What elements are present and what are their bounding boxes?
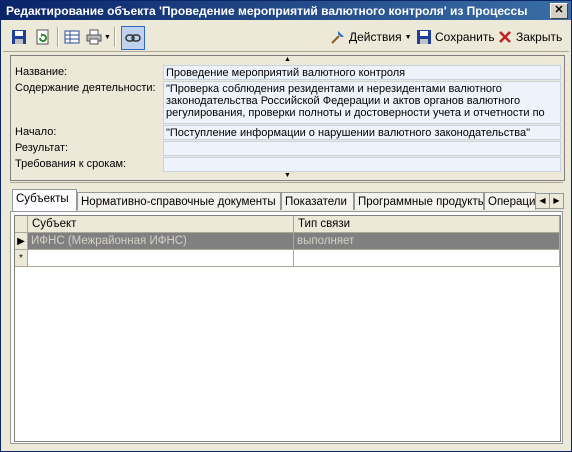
close-label: Закрыть [516, 30, 563, 44]
field-content: Содержание деятельности: "Проверка соблю… [13, 81, 562, 124]
field-label: Результат: [15, 142, 69, 154]
field-label: Название: [15, 66, 68, 78]
close-icon [497, 29, 513, 45]
close-button[interactable]: Закрыть [497, 26, 562, 48]
tab-indicators[interactable]: Показатели [281, 192, 354, 210]
floppy-icon [11, 29, 27, 45]
floppy-icon [416, 29, 432, 45]
grid-corner [15, 216, 28, 233]
scroll-up-icon[interactable]: ▲ [11, 56, 564, 64]
deadline-input[interactable] [163, 157, 561, 172]
field-result: Результат: [13, 141, 562, 156]
print-button[interactable]: ▼ [86, 26, 111, 48]
row-indicator: ▶ [15, 233, 28, 250]
start-input[interactable]: "Поступление информации о нарушении валю… [163, 125, 561, 140]
column-header-subject[interactable]: Субъект [28, 216, 294, 233]
content-textarea[interactable]: "Проверка соблюдения резидентами и нерез… [163, 81, 561, 124]
field-start: Начало: "Поступление информации о наруше… [13, 125, 562, 140]
cell-subject[interactable]: ИФНС (Межрайонная ИФНС) [28, 233, 294, 250]
actions-menu-button[interactable]: Действия ▼ [330, 26, 412, 48]
table-row-new[interactable]: * [15, 250, 560, 267]
chevron-down-icon: ▼ [104, 33, 111, 41]
window-close-button[interactable]: ✕ [550, 3, 568, 19]
refresh-button[interactable] [35, 26, 51, 48]
link-icon [125, 30, 141, 46]
name-input[interactable]: Проведение мероприятий валютного контрол… [163, 65, 561, 80]
toolbar-separator [57, 27, 59, 47]
field-label: Начало: [15, 126, 57, 138]
tab-subjects[interactable]: Субъекты [12, 189, 77, 211]
row-indicator: * [15, 250, 28, 267]
chevron-down-icon: ▼ [404, 33, 412, 41]
cell-link-type[interactable]: выполняет [294, 233, 560, 250]
table-icon [64, 29, 80, 45]
properties-panel: ▲ Название: Проведение мероприятий валют… [10, 55, 565, 181]
cell-link-type[interactable] [294, 250, 560, 267]
tab-strip: Субъекты Нормативно-справочные документы… [10, 189, 564, 213]
tab-scroll-left-icon[interactable]: ◀ [535, 193, 550, 209]
tab-operations[interactable]: Операции [484, 192, 536, 210]
scroll-down-icon[interactable]: ▼ [11, 172, 564, 180]
column-header-link-type[interactable]: Тип связи [294, 216, 560, 233]
field-label: Содержание деятельности: [15, 82, 156, 94]
subjects-grid: Субъект Тип связи ▶ ИФНС (Межрайонная ИФ… [14, 215, 561, 442]
printer-icon [86, 29, 102, 45]
toolbar: ▼ Действия ▼ Сохранить Закрыть [3, 23, 569, 52]
tab-software[interactable]: Программные продукты [354, 192, 484, 210]
cell-subject[interactable] [28, 250, 294, 267]
field-name: Название: Проведение мероприятий валютно… [13, 65, 562, 80]
tab-panel: Субъект Тип связи ▶ ИФНС (Межрайонная ИФ… [10, 211, 563, 444]
field-deadline: Требования к срокам: [13, 157, 562, 172]
actions-icon [330, 29, 346, 45]
save-button[interactable]: Сохранить [416, 26, 495, 48]
table-row[interactable]: ▶ ИФНС (Межрайонная ИФНС) выполняет [15, 233, 560, 250]
tab-scroll-right-icon[interactable]: ▶ [549, 193, 564, 209]
panel-splitter[interactable] [10, 182, 563, 187]
window-title: Редактирование объекта 'Проведение мероп… [6, 4, 528, 18]
result-input[interactable] [163, 141, 561, 156]
tab-normative-docs[interactable]: Нормативно-справочные документы [77, 192, 281, 210]
refresh-doc-icon [35, 29, 51, 45]
save-icon-button[interactable] [11, 26, 27, 48]
editor-window: Редактирование объекта 'Проведение мероп… [0, 0, 572, 452]
link-toggle-button[interactable] [121, 26, 145, 50]
save-label: Сохранить [435, 30, 495, 44]
title-bar[interactable]: Редактирование объекта 'Проведение мероп… [1, 1, 571, 20]
actions-label: Действия [349, 30, 402, 44]
toolbar-separator [114, 27, 116, 47]
field-label: Требования к срокам: [15, 158, 127, 170]
table-view-button[interactable] [64, 26, 80, 48]
